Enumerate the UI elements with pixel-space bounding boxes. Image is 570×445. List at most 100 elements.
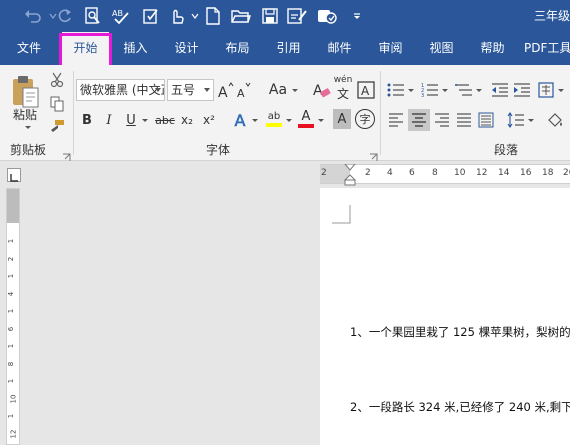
- tab-file[interactable]: 文件: [4, 32, 54, 65]
- chevron-down-icon[interactable]: [526, 115, 534, 125]
- distributed-icon[interactable]: [476, 109, 496, 131]
- format-painter-icon[interactable]: [48, 118, 66, 136]
- svg-text:AB: AB: [112, 9, 123, 18]
- ruler-margin: [7, 189, 19, 223]
- grow-font-button[interactable]: A: [218, 79, 234, 101]
- spellcheck-icon[interactable]: AB: [110, 5, 132, 27]
- paste-button[interactable]: 粘贴: [8, 105, 42, 123]
- clipboard-group-label: 剪贴板: [10, 143, 47, 157]
- decrease-indent-icon[interactable]: [490, 79, 510, 101]
- justify-icon[interactable]: [454, 109, 474, 131]
- char-border-icon[interactable]: A: [356, 79, 376, 101]
- tab-layout[interactable]: 布局: [214, 32, 261, 65]
- highlight-swatch: [266, 123, 282, 127]
- highlight-color-button[interactable]: ab: [264, 107, 284, 131]
- undo-icon[interactable]: [22, 5, 44, 27]
- open-folder-icon[interactable]: [230, 5, 252, 27]
- chevron-down-icon[interactable]: [440, 85, 448, 95]
- margin-corner-mark: [332, 205, 351, 224]
- new-doc-icon[interactable]: [140, 5, 162, 27]
- svg-text:3: 3: [421, 93, 424, 98]
- tab-view[interactable]: 视图: [418, 32, 465, 65]
- cut-icon[interactable]: [48, 71, 66, 89]
- tab-pdf-tools[interactable]: PDF工具: [524, 32, 570, 65]
- ruler-tick-label: 1: [7, 273, 16, 279]
- quick-access-toolbar: AB 三年级: [0, 0, 570, 32]
- copy-icon[interactable]: [48, 95, 66, 113]
- doc-line-1[interactable]: 1、一个果园里栽了 125 棵苹果树，梨树的棵: [350, 324, 570, 340]
- chevron-down-icon[interactable]: [406, 85, 414, 95]
- enclose-characters-button[interactable]: 字: [355, 109, 375, 129]
- clear-formatting-icon[interactable]: A: [311, 79, 333, 101]
- align-left-icon[interactable]: [386, 109, 406, 131]
- customize-icon[interactable]: [316, 5, 338, 27]
- chevron-down-icon[interactable]: [556, 85, 564, 95]
- superscript-button[interactable]: x²: [200, 109, 218, 131]
- tab-selector-icon[interactable]: [7, 168, 21, 182]
- tab-mailings[interactable]: 邮件: [316, 32, 363, 65]
- font-size-value: 五号: [171, 83, 196, 97]
- align-right-icon[interactable]: [432, 109, 452, 131]
- divider: [73, 71, 74, 155]
- chevron-down-icon[interactable]: [284, 115, 292, 125]
- strikethrough-button[interactable]: abc: [154, 109, 176, 131]
- horizontal-ruler[interactable]: 2 2 4 6 8 10 12 14 16 18 20: [320, 163, 570, 186]
- subscript-button[interactable]: x₂: [178, 109, 196, 131]
- tab-review[interactable]: 审阅: [367, 32, 414, 65]
- numbering-icon[interactable]: 123: [420, 79, 440, 101]
- phonetic-guide-label: wén: [333, 74, 353, 85]
- print-preview-icon[interactable]: [82, 5, 104, 27]
- ruler-tick-label: 2: [321, 168, 327, 178]
- ruler-tick-label: 1: [7, 378, 16, 384]
- chevron-down-icon[interactable]: [250, 115, 258, 125]
- font-name-combo[interactable]: 微软雅黑 (中文正文): [76, 79, 165, 101]
- new-file-icon[interactable]: [202, 5, 224, 27]
- chevron-down-icon[interactable]: [290, 85, 298, 95]
- chevron-down-icon[interactable]: [140, 115, 148, 125]
- bold-button[interactable]: B: [78, 109, 96, 131]
- track-changes-icon[interactable]: [286, 5, 308, 27]
- more-icon[interactable]: [346, 5, 368, 27]
- align-center-icon[interactable]: [408, 109, 430, 131]
- underline-button[interactable]: U: [122, 109, 140, 131]
- redo-icon[interactable]: [54, 5, 76, 27]
- chevron-down-icon[interactable]: [474, 85, 482, 95]
- change-case-button[interactable]: Aa: [266, 79, 290, 101]
- text-effects-button[interactable]: A: [230, 109, 250, 131]
- phonetic-guide-button[interactable]: wén 文: [333, 75, 353, 101]
- bullets-icon[interactable]: [386, 79, 406, 101]
- chevron-down-icon: [204, 88, 210, 92]
- shading-icon[interactable]: [544, 109, 566, 131]
- font-size-combo[interactable]: 五号: [167, 79, 214, 101]
- svg-text:A: A: [218, 85, 228, 99]
- tab-references[interactable]: 引用: [265, 32, 312, 65]
- chevron-down-icon: [155, 88, 161, 92]
- tab-insert[interactable]: 插入: [112, 32, 159, 65]
- font-color-button[interactable]: A: [296, 107, 316, 131]
- ruler-tick-label: 8: [432, 168, 438, 178]
- line-spacing-icon[interactable]: [506, 109, 526, 131]
- tab-highlight-box: [59, 33, 112, 68]
- char-shading-button[interactable]: A: [333, 109, 351, 129]
- increase-indent-icon[interactable]: [512, 79, 532, 101]
- chinese-layout-icon[interactable]: [536, 79, 556, 101]
- clipboard-launcher-icon[interactable]: [62, 147, 71, 161]
- indent-marker-icon[interactable]: [343, 163, 357, 186]
- font-group-label: 字体: [206, 143, 231, 157]
- save-icon[interactable]: [259, 5, 281, 27]
- multilevel-list-icon[interactable]: [454, 79, 474, 101]
- ruler-tick-label: 12: [476, 168, 488, 178]
- font-color-swatch: [298, 124, 314, 128]
- italic-button[interactable]: I: [100, 109, 118, 131]
- window-title: 三年级: [534, 9, 570, 23]
- ruler-tick-label: 4: [387, 168, 393, 178]
- font-launcher-icon[interactable]: [369, 147, 378, 161]
- doc-line-2[interactable]: 2、一段路长 324 米,已经修了 240 米,剩下的: [350, 399, 570, 415]
- shrink-font-button[interactable]: A: [236, 79, 252, 101]
- vertical-ruler[interactable]: 1 2 1 4 1 6 1 8 1 10 1 12: [6, 188, 20, 445]
- tab-design[interactable]: 设计: [163, 32, 210, 65]
- chevron-down-icon[interactable]: [22, 123, 32, 131]
- tab-help[interactable]: 帮助: [469, 32, 516, 65]
- chevron-down-icon[interactable]: [316, 115, 324, 125]
- ruler-corner: [0, 162, 28, 186]
